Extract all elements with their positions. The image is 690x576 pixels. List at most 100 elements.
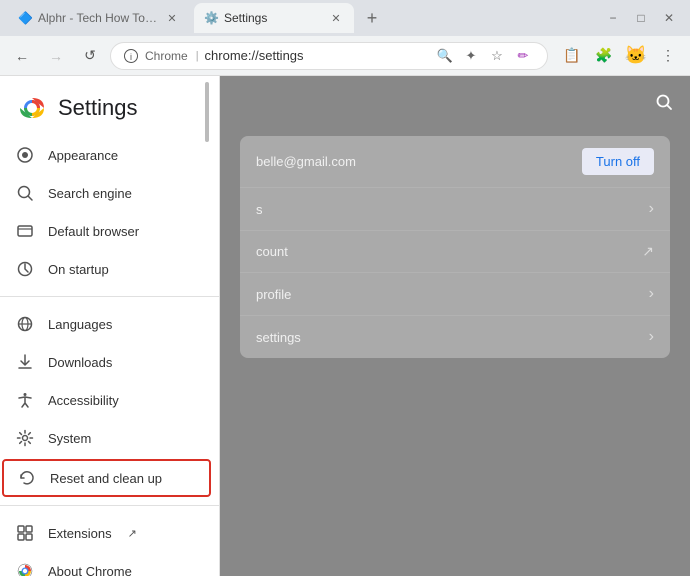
accessibility-label: Accessibility bbox=[48, 393, 119, 408]
settings-row-settings[interactable]: settings › bbox=[240, 316, 670, 358]
reset-icon bbox=[18, 469, 36, 487]
new-tab-button[interactable]: + bbox=[358, 4, 386, 32]
sidebar-item-search-engine[interactable]: Search engine bbox=[0, 174, 211, 212]
search-engine-icon bbox=[16, 184, 34, 202]
sidebar-item-accessibility[interactable]: Accessibility bbox=[0, 381, 211, 419]
sidebar: Settings Appearance bbox=[0, 76, 220, 576]
sidebar-item-default-browser[interactable]: Default browser bbox=[0, 212, 211, 250]
sidebar-item-system[interactable]: System bbox=[0, 419, 211, 457]
downloads-icon bbox=[16, 353, 34, 371]
address-url: chrome://settings bbox=[205, 48, 427, 63]
languages-icon bbox=[16, 315, 34, 333]
chevron-icon-1: › bbox=[649, 200, 654, 218]
address-bar: ← → ↺ i Chrome | chrome://settings 🔍 ✦ ☆… bbox=[0, 36, 690, 76]
sync-email-text: belle@gmail.com bbox=[256, 154, 356, 169]
edit-icon[interactable]: ✏ bbox=[511, 44, 535, 68]
search-engine-label: Search engine bbox=[48, 186, 132, 201]
close-button[interactable]: ✕ bbox=[656, 5, 682, 31]
settings-row-profile-right: › bbox=[649, 285, 654, 303]
extensions-icon[interactable]: 🧩 bbox=[590, 42, 618, 70]
forward-button[interactable]: → bbox=[42, 42, 70, 70]
languages-label: Languages bbox=[48, 317, 112, 332]
address-separator: | bbox=[196, 50, 199, 62]
tab-alphr-title: Alphr - Tech How To's & Guid... bbox=[38, 11, 158, 25]
main-content: Settings Appearance bbox=[0, 76, 690, 576]
about-chrome-icon bbox=[16, 562, 34, 576]
bookmark-icon[interactable]: ✦ bbox=[459, 44, 483, 68]
window-controls: − □ ✕ bbox=[600, 5, 682, 31]
title-bar: 🔷 Alphr - Tech How To's & Guid... ✕ ⚙️ S… bbox=[0, 0, 690, 36]
sidebar-item-about-chrome[interactable]: About Chrome bbox=[0, 552, 211, 576]
reload-button[interactable]: ↺ bbox=[76, 42, 104, 70]
on-startup-label: On startup bbox=[48, 262, 109, 277]
default-browser-icon bbox=[16, 222, 34, 240]
tab-alphr-close[interactable]: ✕ bbox=[164, 10, 180, 26]
svg-text:i: i bbox=[130, 52, 132, 62]
sync-email: belle@gmail.com bbox=[256, 154, 356, 169]
menu-icon[interactable]: ⋮ bbox=[654, 42, 682, 70]
tab-alphr[interactable]: 🔷 Alphr - Tech How To's & Guid... ✕ bbox=[8, 3, 190, 33]
browser-frame: 🔷 Alphr - Tech How To's & Guid... ✕ ⚙️ S… bbox=[0, 0, 690, 576]
settings-card: belle@gmail.com Turn off s › bbox=[240, 136, 670, 358]
tab-settings-close[interactable]: ✕ bbox=[328, 10, 344, 26]
about-chrome-label: About Chrome bbox=[48, 564, 132, 576]
ext-link-icon-count: ↗ bbox=[642, 243, 654, 260]
minimize-button[interactable]: − bbox=[600, 5, 626, 31]
tab-settings-favicon: ⚙️ bbox=[204, 11, 218, 25]
sidebar-title-text: Settings bbox=[58, 95, 138, 121]
search-address-icon[interactable]: 🔍 bbox=[433, 44, 457, 68]
page-area: belle@gmail.com Turn off s › bbox=[220, 76, 690, 576]
tab-settings-title: Settings bbox=[224, 11, 267, 25]
sync-row-right: Turn off bbox=[582, 148, 654, 175]
profile-icon[interactable]: 🐱 bbox=[622, 42, 650, 70]
settings-row-settings-text: settings bbox=[256, 330, 301, 345]
settings-search-icon[interactable] bbox=[650, 88, 678, 116]
sidebar-item-appearance[interactable]: Appearance bbox=[0, 136, 211, 174]
page-content: belle@gmail.com Turn off s › bbox=[220, 76, 690, 576]
sidebar-item-extensions[interactable]: Extensions ↗ bbox=[0, 514, 211, 552]
settings-row-profile-text: profile bbox=[256, 287, 291, 302]
back-button[interactable]: ← bbox=[8, 42, 36, 70]
toolbar-icons: 📋 🧩 🐱 ⋮ bbox=[558, 42, 682, 70]
settings-row-settings-right: › bbox=[649, 328, 654, 346]
settings-row-count-right: ↗ bbox=[642, 243, 654, 260]
sidebar-nav: Appearance Search engine bbox=[0, 132, 219, 576]
settings-row-1-right: › bbox=[649, 200, 654, 218]
screenshot-icon[interactable]: 📋 bbox=[558, 42, 586, 70]
sidebar-item-reset[interactable]: Reset and clean up bbox=[2, 459, 211, 497]
tab-settings[interactable]: ⚙️ Settings ✕ bbox=[194, 3, 354, 33]
accessibility-icon bbox=[16, 391, 34, 409]
reset-label: Reset and clean up bbox=[50, 471, 162, 486]
maximize-button[interactable]: □ bbox=[628, 5, 654, 31]
turn-off-button[interactable]: Turn off bbox=[582, 148, 654, 175]
downloads-label: Downloads bbox=[48, 355, 112, 370]
settings-row-count-text: count bbox=[256, 244, 288, 259]
sidebar-item-languages[interactable]: Languages bbox=[0, 305, 211, 343]
nav-divider-2 bbox=[0, 505, 219, 506]
sidebar-item-on-startup[interactable]: On startup bbox=[0, 250, 211, 288]
scroll-thumb bbox=[205, 82, 209, 142]
appearance-label: Appearance bbox=[48, 148, 118, 163]
extensions-nav-icon bbox=[16, 524, 34, 542]
chevron-icon-settings: › bbox=[649, 328, 654, 346]
address-actions: 🔍 ✦ ☆ ✏ bbox=[433, 44, 535, 68]
chrome-logo bbox=[16, 92, 48, 124]
appearance-icon bbox=[16, 146, 34, 164]
settings-row-profile[interactable]: profile › bbox=[240, 273, 670, 316]
tab-alphr-favicon: 🔷 bbox=[18, 11, 32, 25]
nav-divider-1 bbox=[0, 296, 219, 297]
system-icon bbox=[16, 429, 34, 447]
sidebar-item-downloads[interactable]: Downloads bbox=[0, 343, 211, 381]
sidebar-header: Settings bbox=[0, 76, 219, 132]
star-icon[interactable]: ☆ bbox=[485, 44, 509, 68]
on-startup-icon bbox=[16, 260, 34, 278]
sync-row: belle@gmail.com Turn off bbox=[240, 136, 670, 188]
settings-row-1-text: s bbox=[256, 202, 263, 217]
address-input[interactable]: i Chrome | chrome://settings 🔍 ✦ ☆ ✏ bbox=[110, 42, 548, 70]
security-icon: i bbox=[123, 48, 139, 64]
settings-row-count[interactable]: count ↗ bbox=[240, 231, 670, 273]
address-security-label: Chrome bbox=[145, 49, 188, 63]
chevron-icon-profile: › bbox=[649, 285, 654, 303]
settings-row-1[interactable]: s › bbox=[240, 188, 670, 231]
extensions-ext-link-icon: ↗ bbox=[128, 527, 137, 540]
